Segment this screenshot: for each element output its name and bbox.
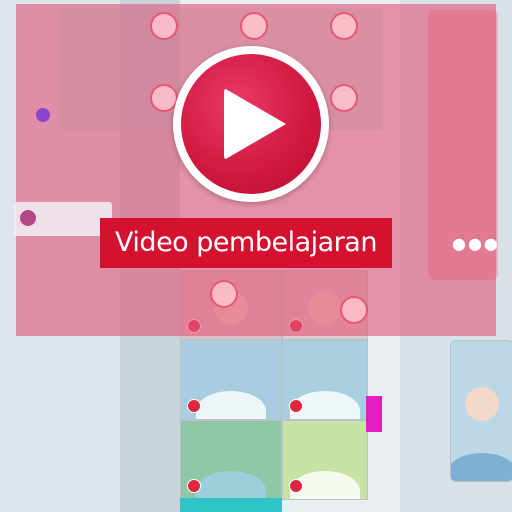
more-options-icon: ●●● bbox=[452, 234, 500, 253]
avatar bbox=[340, 296, 368, 324]
mic-muted-icon bbox=[187, 479, 201, 493]
avatar bbox=[150, 12, 178, 40]
video-title-banner: Video pembelajaran bbox=[100, 218, 392, 268]
avatar bbox=[330, 12, 358, 40]
mic-muted-icon bbox=[289, 479, 303, 493]
play-icon[interactable] bbox=[224, 88, 286, 160]
participant-tile bbox=[450, 340, 512, 482]
participant-body bbox=[451, 453, 512, 481]
bottom-bar bbox=[180, 498, 282, 512]
avatar bbox=[240, 12, 268, 40]
color-marker bbox=[366, 396, 382, 432]
participant-tile bbox=[282, 420, 368, 500]
participant-face bbox=[465, 387, 499, 421]
status-dot-icon bbox=[36, 108, 50, 122]
mic-muted-icon bbox=[187, 399, 201, 413]
avatar bbox=[330, 84, 358, 112]
participant-body bbox=[196, 471, 266, 499]
notification-avatar bbox=[20, 210, 36, 226]
avatar bbox=[210, 280, 238, 308]
mic-muted-icon bbox=[289, 399, 303, 413]
participant-tile bbox=[180, 420, 282, 500]
participant-tile bbox=[282, 340, 368, 420]
participant-tile bbox=[180, 340, 282, 420]
participant-body bbox=[196, 391, 266, 419]
